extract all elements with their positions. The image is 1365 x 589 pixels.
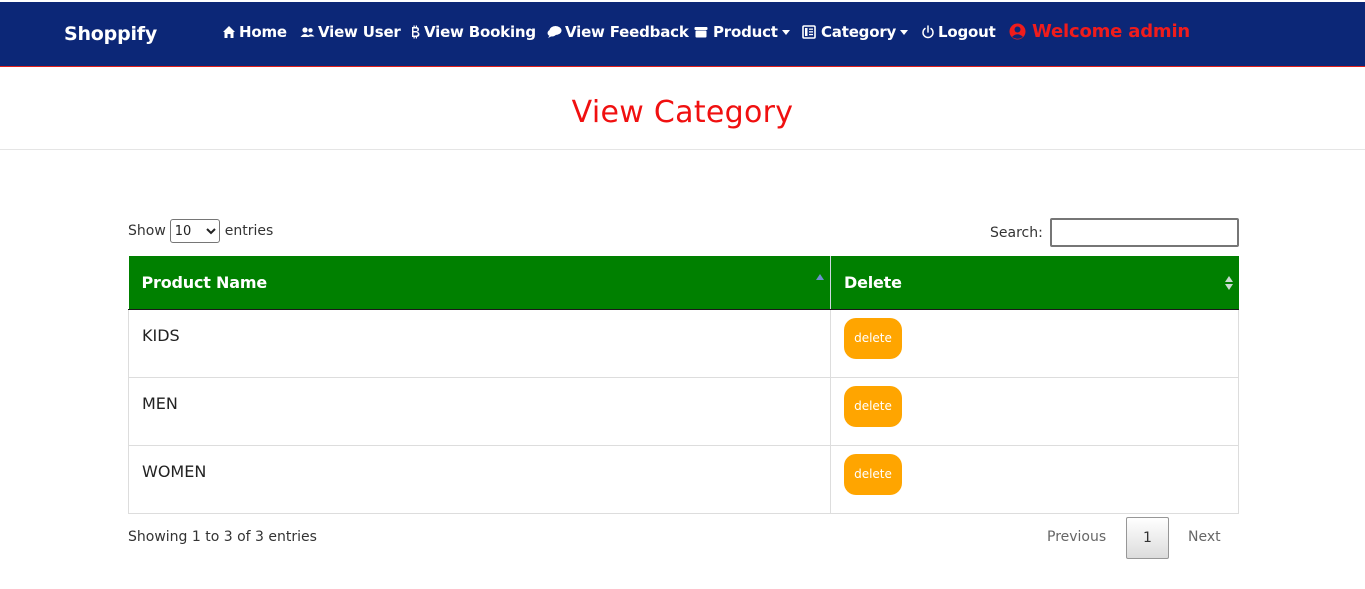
box-icon bbox=[693, 25, 708, 40]
column-header-label: Product Name bbox=[141, 272, 268, 292]
chevron-down-icon bbox=[781, 29, 790, 35]
column-header-product-name[interactable]: Product Name bbox=[128, 256, 831, 310]
delete-cell: delete bbox=[830, 445, 1239, 514]
nav-category-dropdown[interactable]: Category bbox=[801, 21, 909, 43]
category-table: Product Name Delete KIDS delete MEN dele… bbox=[128, 256, 1239, 514]
title-divider bbox=[0, 149, 1365, 150]
table-row: MEN delete bbox=[128, 377, 1239, 446]
nav-view-user[interactable]: View User bbox=[300, 21, 401, 43]
nav-product-label: Product bbox=[713, 23, 778, 41]
table-row: KIDS delete bbox=[128, 309, 1239, 378]
search-input[interactable] bbox=[1049, 218, 1239, 247]
delete-button[interactable]: delete bbox=[844, 385, 902, 427]
table-search: Search: bbox=[990, 218, 1239, 247]
category-name-cell: MEN bbox=[128, 377, 831, 446]
table-header-row: Product Name Delete bbox=[128, 256, 1239, 310]
entries-select[interactable]: 10 25 50 100 bbox=[169, 219, 220, 243]
book-icon bbox=[801, 25, 816, 40]
nav-logout[interactable]: Logout bbox=[920, 21, 996, 43]
entries-label: entries bbox=[224, 223, 274, 239]
welcome-user: Welcome admin bbox=[1008, 20, 1190, 42]
welcome-text: Welcome admin bbox=[1032, 20, 1191, 42]
search-label: Search: bbox=[990, 224, 1043, 241]
users-icon bbox=[300, 25, 315, 40]
pagination-previous[interactable]: Previous bbox=[1047, 529, 1106, 545]
pagination-current-page[interactable]: 1 bbox=[1126, 517, 1169, 559]
power-icon bbox=[920, 25, 935, 40]
top-navbar: Shoppify Home View User View Booking Vie… bbox=[0, 2, 1365, 67]
user-circle-icon bbox=[1008, 22, 1026, 40]
table-info: Showing 1 to 3 of 3 entries bbox=[128, 529, 317, 545]
home-icon bbox=[221, 25, 236, 40]
delete-cell: delete bbox=[830, 309, 1239, 378]
brand-logo[interactable]: Shoppify bbox=[64, 23, 157, 45]
pagination-next[interactable]: Next bbox=[1188, 529, 1221, 545]
sort-ascending-icon bbox=[816, 274, 824, 280]
show-label: Show bbox=[128, 223, 166, 239]
nav-logout-label: Logout bbox=[938, 23, 996, 41]
delete-button[interactable]: delete bbox=[844, 317, 902, 359]
delete-button[interactable]: delete bbox=[844, 453, 902, 495]
nav-view-booking-label: View Booking bbox=[424, 23, 536, 41]
column-header-delete[interactable]: Delete bbox=[830, 256, 1239, 310]
nav-product-dropdown[interactable]: Product bbox=[693, 21, 790, 43]
category-name-cell: KIDS bbox=[128, 309, 831, 378]
nav-category-label: Category bbox=[821, 23, 897, 41]
bitcoin-icon bbox=[409, 25, 421, 40]
delete-cell: delete bbox=[830, 377, 1239, 446]
nav-home-label: Home bbox=[239, 23, 287, 41]
column-header-label: Delete bbox=[844, 272, 902, 292]
nav-home[interactable]: Home bbox=[221, 21, 287, 43]
nav-view-feedback[interactable]: View Feedback bbox=[547, 21, 689, 43]
category-name-cell: WOMEN bbox=[128, 445, 831, 514]
sort-both-icon bbox=[1224, 276, 1233, 290]
nav-view-booking[interactable]: View Booking bbox=[409, 21, 536, 43]
entries-length-control: Show 10 25 50 100 entries bbox=[128, 219, 273, 243]
nav-view-feedback-label: View Feedback bbox=[565, 23, 689, 41]
chat-icon bbox=[547, 25, 562, 40]
table-row: WOMEN delete bbox=[128, 445, 1239, 514]
chevron-down-icon bbox=[900, 29, 909, 35]
nav-view-user-label: View User bbox=[318, 23, 401, 41]
page-title: View Category bbox=[571, 95, 794, 130]
